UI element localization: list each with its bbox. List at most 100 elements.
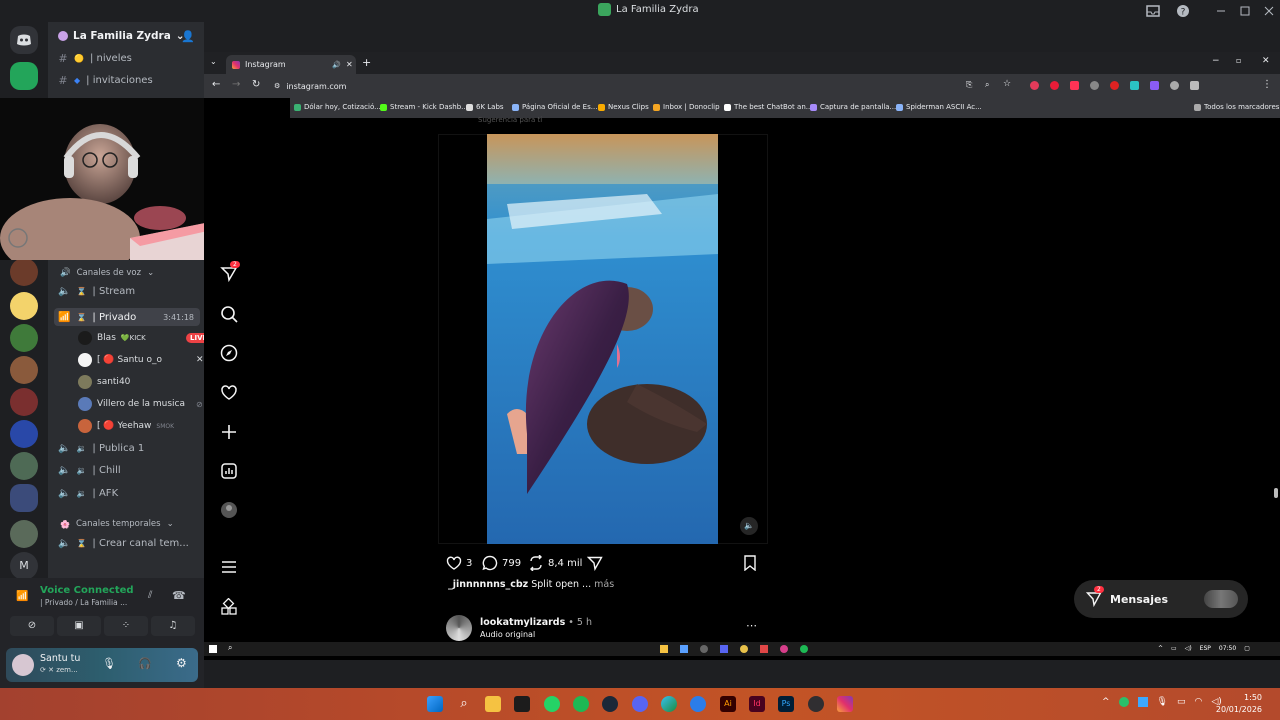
discord-home-icon[interactable] [10, 26, 38, 54]
page-scrollbar[interactable] [1272, 118, 1280, 642]
avatar[interactable] [446, 615, 472, 641]
tab-search-icon[interactable]: ⌄ [210, 57, 217, 66]
extension-icon[interactable] [1110, 81, 1119, 90]
extension-icon[interactable] [1050, 81, 1059, 90]
post-video[interactable] [487, 134, 718, 544]
server-icon-green[interactable] [10, 62, 38, 90]
server-avatar-6[interactable] [10, 420, 38, 448]
start-icon[interactable] [209, 645, 217, 653]
bookmark-item[interactable]: 6K Labs [466, 103, 504, 111]
notification-icon[interactable]: ▢ [1244, 645, 1250, 652]
category-voz[interactable]: 🔊 Canales de voz ⌄ [60, 268, 154, 278]
bookmark-item[interactable]: Inbox | Donoclip [653, 103, 720, 111]
start-icon[interactable] [427, 696, 443, 712]
voice-user-santi40[interactable]: santi40 [78, 375, 130, 389]
share-button[interactable] [587, 555, 603, 571]
menu-icon[interactable] [220, 558, 238, 576]
voice-channel-privado[interactable]: 📶 ⌛ | Privado 3:41:18 [54, 308, 200, 326]
discord-icon[interactable] [720, 645, 728, 653]
soundboard-button[interactable]: ♫ [151, 616, 195, 636]
voice-channel-chill[interactable]: 🔈 🔉 | Chill [58, 465, 121, 476]
explorer-icon[interactable] [660, 645, 668, 653]
comment-button[interactable]: 799 [482, 555, 521, 571]
maximize-icon[interactable] [1238, 4, 1252, 18]
minimize-icon[interactable] [1214, 4, 1228, 18]
chevron-up-icon[interactable]: ^ [1102, 697, 1110, 707]
window-close-icon[interactable]: ✕ [1262, 56, 1270, 66]
more-options-icon[interactable]: ⋯ [746, 619, 757, 632]
app-icon[interactable] [690, 696, 706, 712]
settings-icon[interactable]: ⚙ [176, 656, 187, 670]
new-tab-icon[interactable]: + [362, 56, 371, 69]
bookmark-item[interactable]: Nexus Clips [598, 103, 649, 111]
tray-app-icon[interactable] [1137, 697, 1148, 707]
voice-channel-sub[interactable]: | Privado / La Familia ... [40, 598, 127, 607]
server-avatar-1[interactable] [10, 258, 38, 286]
server-avatar-3[interactable] [10, 324, 38, 352]
discord-icon[interactable] [632, 696, 648, 712]
extension-icon[interactable] [1170, 81, 1179, 90]
wifi-icon[interactable]: ◠ [1195, 697, 1203, 707]
voice-channel-publica[interactable]: 🔈 🔉 | Publica 1 [58, 443, 144, 454]
screen-share-button[interactable]: ▣ [57, 616, 101, 636]
direct-icon[interactable]: 2 [220, 261, 240, 283]
address-bar[interactable]: ⚙ instagram.com [274, 78, 954, 94]
channel-invitaciones[interactable]: # ◆ | invitaciones [58, 74, 152, 87]
spotify-icon[interactable] [573, 696, 589, 712]
volume-icon[interactable]: ◁) [1185, 645, 1192, 652]
heart-icon[interactable] [220, 384, 238, 402]
category-temporales[interactable]: 🌸 Canales temporales ⌄ [60, 519, 174, 529]
search-icon[interactable]: ⌕ [228, 643, 232, 653]
voice-channel-stream[interactable]: 🔈 ⌛ | Stream [58, 286, 135, 297]
extension-icon[interactable] [1130, 81, 1139, 90]
language-indicator[interactable]: ESP [1200, 645, 1211, 652]
camera-off-button[interactable]: ⊘ [10, 616, 54, 636]
app-icon[interactable] [680, 645, 688, 653]
install-icon[interactable]: ⎘ [966, 80, 972, 90]
create-icon[interactable] [220, 423, 238, 441]
tab-instagram[interactable]: Instagram 🔊 ✕ [226, 55, 356, 74]
window-restore-icon[interactable]: ▫ [1236, 56, 1241, 65]
voice-channel-crear[interactable]: 🔈 ⌛ | Crear canal tem... [58, 538, 189, 549]
system-clock[interactable]: 1:50 20/01/2026 [1216, 692, 1262, 716]
server-avatar-m[interactable]: M [10, 552, 38, 580]
bookmark-item[interactable]: Stream - Kick Dashb... [380, 103, 468, 111]
bookmark-item[interactable]: Spiderman ASCII Ac... [896, 103, 982, 111]
server-folder[interactable] [10, 484, 38, 512]
network-icon[interactable]: ▭ [1171, 645, 1177, 652]
dashboard-icon[interactable] [220, 462, 238, 480]
steam-icon[interactable] [602, 696, 618, 712]
mic-icon[interactable]: 🎙 [102, 657, 116, 670]
mute-icon[interactable]: 🔈 [740, 517, 758, 535]
photoshop-icon[interactable]: Ps [778, 696, 794, 712]
spotify-icon[interactable] [800, 645, 808, 653]
zoom-icon[interactable]: ⌕ [985, 80, 989, 90]
app-icon[interactable] [700, 645, 708, 653]
server-avatar-8[interactable] [10, 520, 38, 548]
server-avatar-2[interactable] [10, 292, 38, 320]
post-username[interactable]: lookatmylizards [480, 617, 565, 628]
server-header[interactable]: La Familia Zydra ⌄ [58, 30, 185, 42]
activities-button[interactable]: ⁘ [104, 616, 148, 636]
app-icon[interactable] [760, 645, 768, 653]
disconnect-icon[interactable]: ☎ [172, 589, 186, 602]
extension-icon[interactable] [1150, 81, 1159, 90]
app-icon[interactable] [780, 645, 788, 653]
illustrator-icon[interactable]: Ai [720, 696, 736, 712]
user-card[interactable]: Santu tu ⟳ ✕ zem... 🎙 🎧 ⚙ [6, 648, 198, 682]
messages-button[interactable]: 2 Mensajes [1074, 580, 1248, 618]
extension-icon[interactable] [1030, 81, 1039, 90]
close-icon[interactable] [1262, 4, 1276, 18]
forward-icon[interactable]: → [232, 79, 240, 90]
bookmark-item[interactable]: Dólar hoy, Cotizació... [294, 103, 381, 111]
epic-games-icon[interactable] [514, 696, 530, 712]
channel-niveles[interactable]: # 🟡 | niveles [58, 52, 131, 65]
caption-username[interactable]: _jinnnnnns_cbz [448, 579, 528, 590]
bookmark-item[interactable]: Captura de pantalla... [810, 103, 896, 111]
back-icon[interactable]: ← [212, 79, 220, 90]
voice-connected-label[interactable]: Voice Connected [40, 585, 134, 596]
audio-label[interactable]: Audio original [480, 630, 535, 639]
extension-icon[interactable] [1090, 81, 1099, 90]
chevron-up-icon[interactable]: ^ [1158, 645, 1163, 652]
voice-user-santu[interactable]: [ 🔴 Santu o_o ✕ [78, 353, 204, 367]
